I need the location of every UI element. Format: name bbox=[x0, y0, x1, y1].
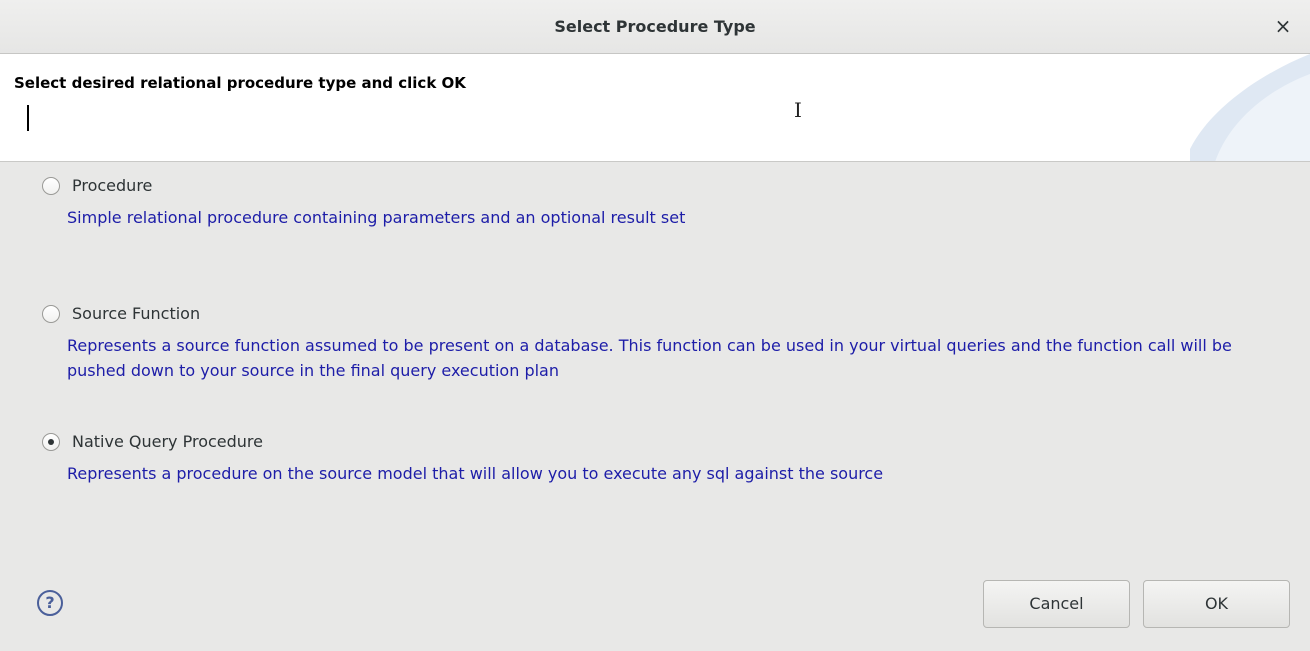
ok-button[interactable]: OK bbox=[1143, 580, 1290, 628]
dialog-title: Select Procedure Type bbox=[554, 17, 756, 36]
option-native-query-procedure: Native Query Procedure Represents a proc… bbox=[42, 432, 1267, 486]
radio-button-icon[interactable] bbox=[42, 176, 60, 195]
description-native-query-procedure: Represents a procedure on the source mod… bbox=[67, 464, 884, 483]
radio-source-function[interactable]: Source Function bbox=[42, 304, 1267, 323]
description-procedure: Simple relational procedure containing p… bbox=[67, 208, 686, 227]
close-icon[interactable]: × bbox=[1271, 14, 1295, 38]
select-procedure-type-dialog: Select Procedure Type × Select desired r… bbox=[0, 0, 1310, 651]
radio-button-icon[interactable] bbox=[42, 304, 60, 323]
radio-procedure[interactable]: Procedure bbox=[42, 176, 1267, 195]
cancel-button[interactable]: Cancel bbox=[983, 580, 1130, 628]
description-source-function: Represents a source function assumed to … bbox=[67, 336, 1232, 380]
text-caret bbox=[27, 105, 29, 131]
radio-button-checked-icon[interactable] bbox=[42, 432, 60, 451]
help-circle-icon[interactable]: ? bbox=[37, 590, 63, 616]
option-procedure: Procedure Simple relational procedure co… bbox=[42, 176, 1267, 230]
title-bar: Select Procedure Type × bbox=[0, 0, 1310, 54]
radio-label-procedure[interactable]: Procedure bbox=[72, 176, 152, 195]
text-cursor-icon: I bbox=[794, 98, 802, 122]
banner-decoration bbox=[1190, 54, 1310, 161]
radio-label-source-function[interactable]: Source Function bbox=[72, 304, 200, 323]
option-source-function: Source Function Represents a source func… bbox=[42, 304, 1267, 383]
header-banner: Select desired relational procedure type… bbox=[0, 54, 1310, 162]
banner-heading: Select desired relational procedure type… bbox=[14, 74, 466, 92]
radio-label-native-query-procedure[interactable]: Native Query Procedure bbox=[72, 432, 263, 451]
radio-native-query-procedure[interactable]: Native Query Procedure bbox=[42, 432, 1267, 451]
